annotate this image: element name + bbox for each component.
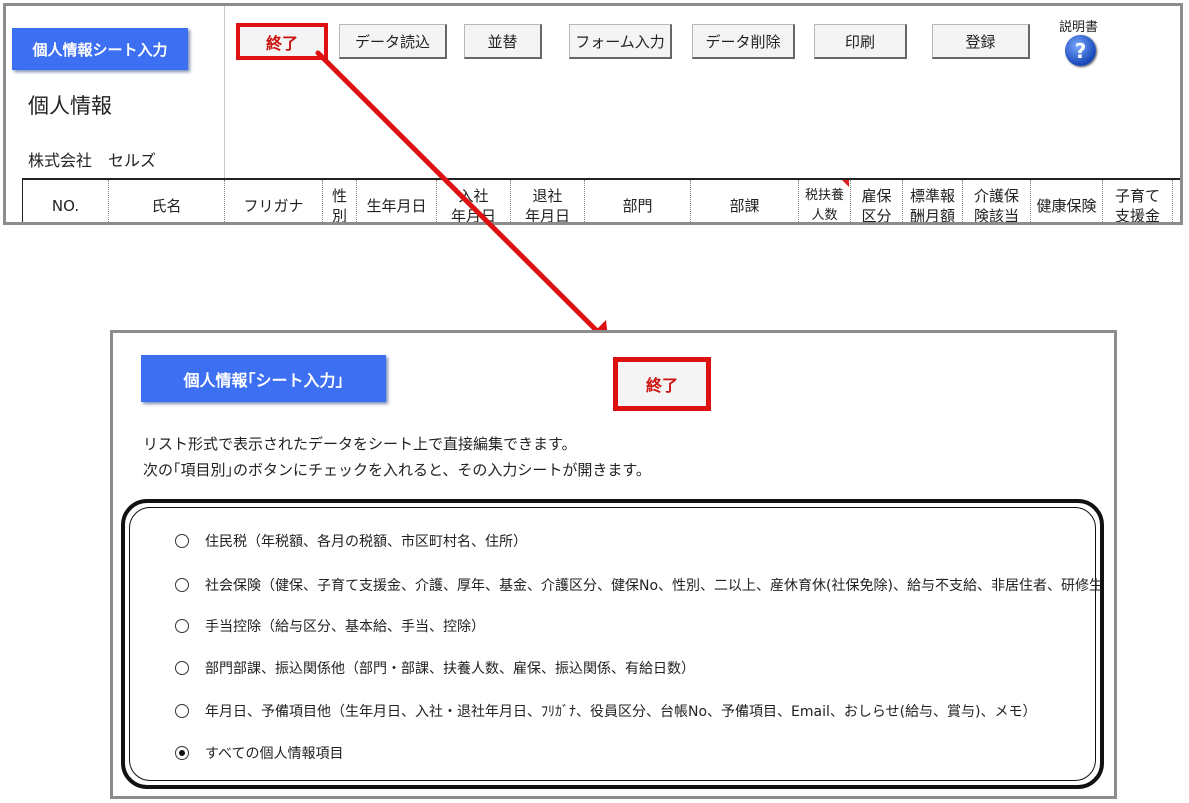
col-section[interactable]: 部課 xyxy=(691,180,799,222)
question-icon[interactable]: ? xyxy=(1065,35,1096,66)
col-childcare-support[interactable]: 子育て 支援金 xyxy=(1103,180,1173,222)
header-divider xyxy=(224,6,225,178)
option-all-items[interactable]: すべての個人情報項目 xyxy=(175,743,343,763)
top-window: 個人情報シート入力 個人情報 株式会社 セルズ 終了 データ読込 並替 フォーム… xyxy=(3,3,1183,225)
option-label: 社会保険（健保、子育て支援金、介護、厚年、基金、介護区分、健保No、性別、二以上… xyxy=(205,578,1103,594)
col-tax-dependents-label: 税扶養 人数 xyxy=(804,188,844,223)
register-button[interactable]: 登録 xyxy=(932,24,1030,59)
sheet-title-button[interactable]: 個人情報シート入力 xyxy=(12,28,188,70)
option-allowance-deduction[interactable]: 手当控除（給与区分、基本給、手当、控除） xyxy=(175,616,485,636)
option-department-transfer[interactable]: 部門部課、振込関係他（部門・部課、扶養人数、雇保、振込関係、有給日数） xyxy=(175,658,695,678)
print-button[interactable]: 印刷 xyxy=(814,24,907,59)
grid-header-row: NO. 氏名 フリガナ 性 別 生年月日 入社 年月日 退社 年月日 部門 部課… xyxy=(22,178,1180,223)
radio-button[interactable] xyxy=(175,534,189,548)
option-label: すべての個人情報項目 xyxy=(205,746,344,762)
dialog-description-line-1: リスト形式で表示されたデータをシート上で直接編集できます。 xyxy=(143,435,577,453)
col-care-insurance[interactable]: 介護保 険該当 xyxy=(963,180,1031,222)
col-furigana[interactable]: フリガナ xyxy=(225,180,323,222)
manual-label: 説明書 xyxy=(1059,20,1099,35)
dialog-end-button[interactable]: 終了 xyxy=(613,357,711,411)
radio-button-selected[interactable] xyxy=(175,746,189,760)
delete-data-button[interactable]: データ削除 xyxy=(692,24,795,59)
dialog-title: 個人情報｢シート入力｣ xyxy=(141,355,386,402)
option-dates-reserve[interactable]: 年月日、予備項目他（生年月日、入社・退社年月日、ﾌﾘｶﾞﾅ、役員区分、台帳No、… xyxy=(175,701,1037,721)
radio-button[interactable] xyxy=(175,661,189,675)
radio-button[interactable] xyxy=(175,704,189,718)
col-join-date[interactable]: 入社 年月日 xyxy=(437,180,511,222)
sheet-title-label: 個人情報シート入力 xyxy=(32,40,168,59)
sheet-input-dialog: 個人情報｢シート入力｣ 終了 リスト形式で表示されたデータをシート上で直接編集で… xyxy=(110,330,1117,799)
load-data-button[interactable]: データ読込 xyxy=(339,24,447,59)
options-group: 住民税（年税額、各月の税額、市区町村名、住所） 社会保険（健保、子育て支援金、介… xyxy=(121,499,1104,789)
col-leave-date[interactable]: 退社 年月日 xyxy=(511,180,585,222)
radio-button[interactable] xyxy=(175,619,189,633)
dialog-description-line-2: 次の｢項目別｣のボタンにチェックを入れると、その入力シートが開きます。 xyxy=(143,461,651,479)
col-name[interactable]: 氏名 xyxy=(109,180,225,222)
dialog-title-label: 個人情報｢シート入力｣ xyxy=(183,370,344,390)
option-label: 住民税（年税額、各月の税額、市区町村名、住所） xyxy=(205,534,527,550)
option-label: 年月日、予備項目他（生年月日、入社・退社年月日、ﾌﾘｶﾞﾅ、役員区分、台帳No、… xyxy=(205,704,1037,720)
option-label: 部門部課、振込関係他（部門・部課、扶養人数、雇保、振込関係、有給日数） xyxy=(205,661,695,677)
form-input-button[interactable]: フォーム入力 xyxy=(569,24,672,59)
company-name: 株式会社 セルズ xyxy=(28,151,157,170)
col-employment-insurance[interactable]: 雇保 区分 xyxy=(851,180,903,222)
end-button[interactable]: 終了 xyxy=(236,23,328,60)
option-label: 手当控除（給与区分、基本給、手当、控除） xyxy=(205,619,485,635)
col-health-insurance[interactable]: 健康保険 xyxy=(1031,180,1103,222)
col-standard-salary[interactable]: 標準報 酬月額 xyxy=(903,180,963,222)
col-birthdate[interactable]: 生年月日 xyxy=(357,180,437,222)
comment-marker-icon xyxy=(842,180,849,187)
col-gender[interactable]: 性 別 xyxy=(323,180,357,222)
col-department[interactable]: 部門 xyxy=(585,180,691,222)
col-tax-dependents[interactable]: 税扶養 人数 xyxy=(799,180,851,223)
option-resident-tax[interactable]: 住民税（年税額、各月の税額、市区町村名、住所） xyxy=(175,531,527,551)
page-heading: 個人情報 xyxy=(28,94,112,118)
col-no[interactable]: NO. xyxy=(23,180,109,222)
option-social-insurance[interactable]: 社会保険（健保、子育て支援金、介護、厚年、基金、介護区分、健保No、性別、二以上… xyxy=(175,575,1103,595)
radio-button[interactable] xyxy=(175,578,189,592)
sort-button[interactable]: 並替 xyxy=(464,24,542,59)
